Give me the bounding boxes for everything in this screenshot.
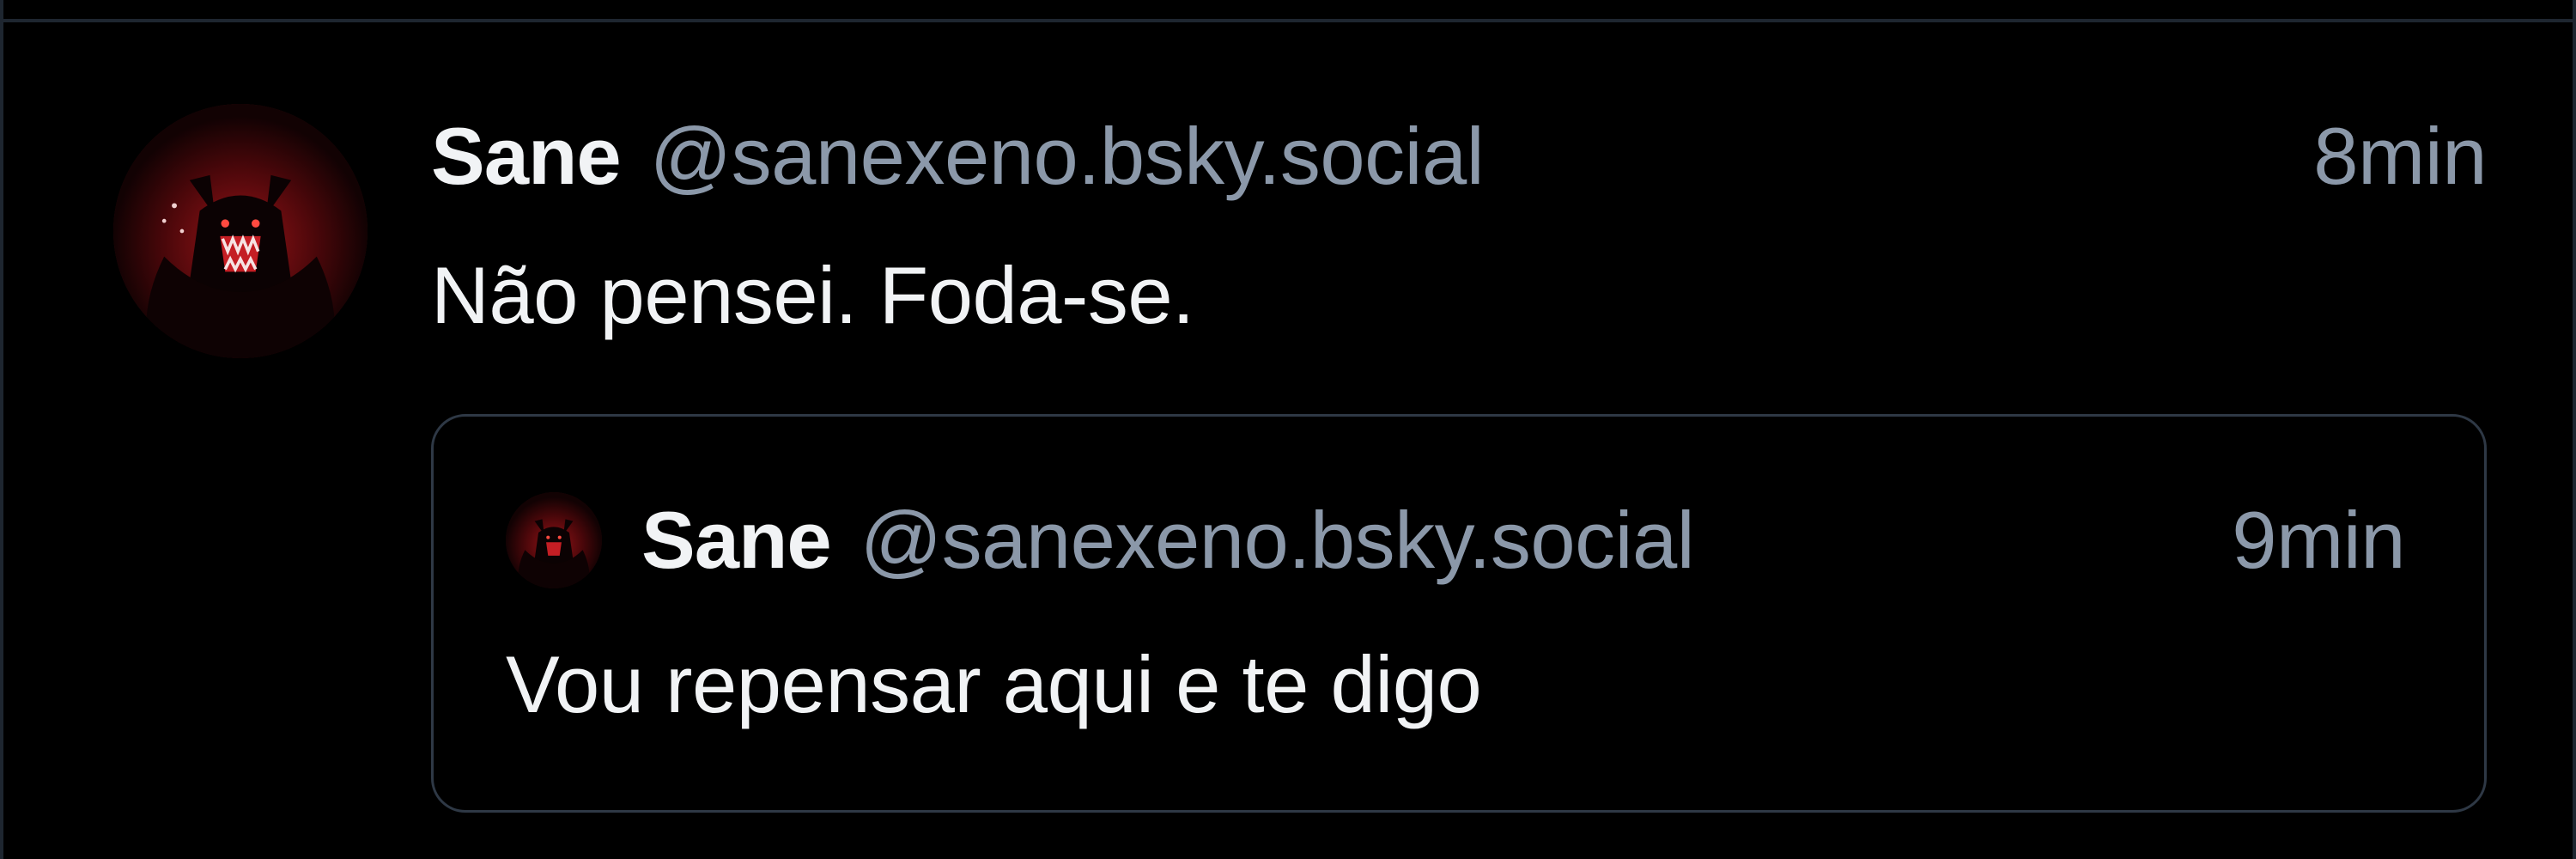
post-text: Não pensei. Foda-se. [431, 250, 1194, 340]
quote-text: Vou repensar aqui e te digo [506, 639, 1482, 729]
demon-avatar-icon [506, 492, 602, 588]
author-handle[interactable]: @sanexeno.bsky.social [650, 110, 1485, 203]
feed-post[interactable]: Sane @sanexeno.bsky.social 8min Não pens… [3, 22, 2573, 859]
avatar[interactable] [113, 104, 368, 358]
quote-timestamp[interactable]: 9min [2232, 494, 2405, 587]
post-header: Sane @sanexeno.bsky.social 8min [431, 105, 2487, 208]
author-display-name[interactable]: Sane [431, 110, 622, 203]
quoted-post[interactable]: Sane @sanexeno.bsky.social 9min Vou repe… [431, 414, 2487, 813]
post-timestamp[interactable]: 8min [2313, 110, 2487, 203]
post-frame: Sane @sanexeno.bsky.social 8min Não pens… [0, 0, 2576, 859]
quote-author-display-name[interactable]: Sane [641, 494, 832, 587]
quote-header: Sane @sanexeno.bsky.social 9min [641, 489, 2405, 592]
top-divider [3, 0, 2573, 22]
demon-avatar-icon [113, 104, 368, 358]
quote-author-handle[interactable]: @sanexeno.bsky.social [860, 494, 1695, 587]
quote-avatar[interactable] [506, 492, 602, 588]
